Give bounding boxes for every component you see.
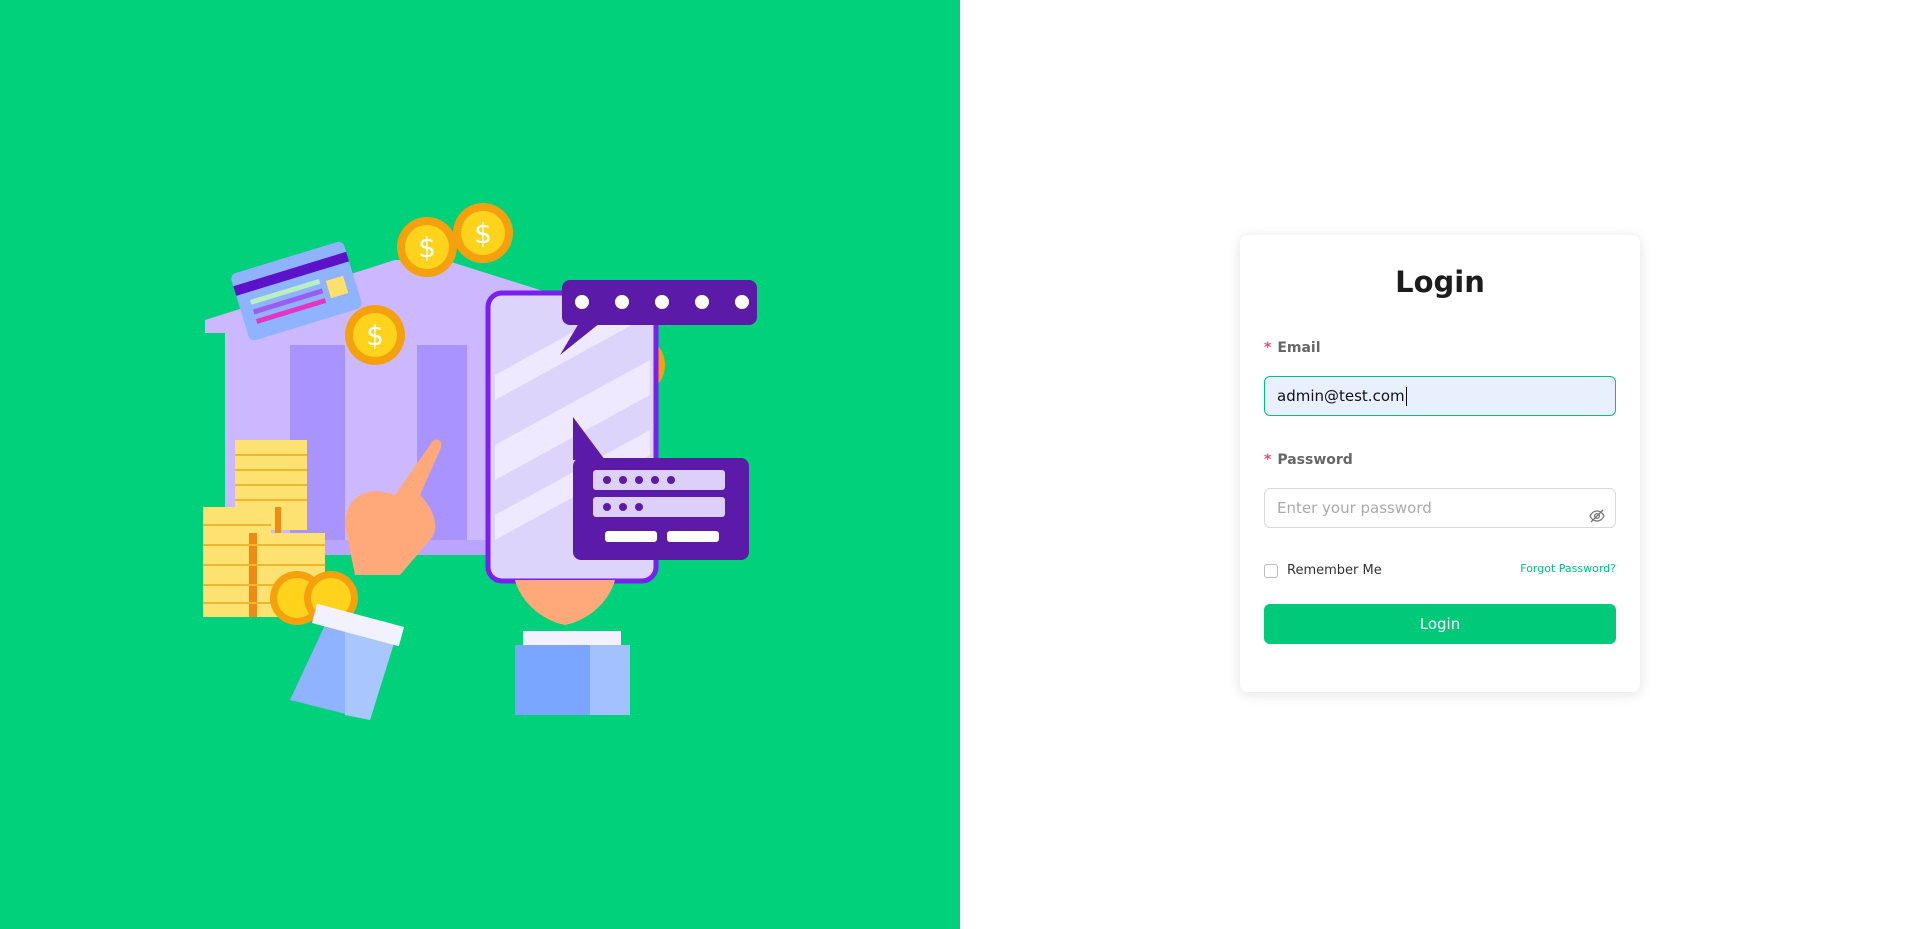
forgot-password-link[interactable]: Forgot Password? bbox=[1520, 562, 1616, 575]
password-label-text: Password bbox=[1277, 452, 1353, 468]
eye-slash-icon[interactable] bbox=[1589, 500, 1605, 538]
login-panel: Login * Email admin@test.com * Password En… bbox=[960, 0, 1920, 929]
login-title: Login bbox=[1395, 265, 1485, 299]
required-asterisk: * bbox=[1264, 340, 1272, 356]
svg-text:$: $ bbox=[474, 217, 492, 250]
login-button[interactable]: Login bbox=[1264, 604, 1616, 644]
required-asterisk: * bbox=[1264, 452, 1272, 468]
illustration-panel: $ $ $ $ bbox=[0, 0, 960, 929]
email-label-text: Email bbox=[1277, 340, 1321, 356]
password-field[interactable]: Enter your password bbox=[1264, 488, 1616, 528]
svg-text:$: $ bbox=[366, 319, 384, 352]
svg-text:$: $ bbox=[418, 231, 436, 264]
remember-me-checkbox[interactable] bbox=[1264, 563, 1278, 578]
email-field[interactable]: admin@test.com bbox=[1264, 376, 1616, 416]
text-caret bbox=[1405, 387, 1407, 406]
remember-me[interactable]: Remember Me bbox=[1264, 563, 1382, 578]
password-placeholder: Enter your password bbox=[1277, 499, 1432, 517]
email-value: admin@test.com bbox=[1277, 387, 1405, 405]
remember-me-label: Remember Me bbox=[1287, 563, 1382, 578]
password-label: * Password bbox=[1264, 452, 1353, 468]
bank-mobile-payment-illustration: $ $ $ $ bbox=[203, 203, 757, 720]
login-card: Login * Email admin@test.com * Password En… bbox=[1240, 235, 1640, 692]
email-label: * Email bbox=[1264, 340, 1321, 356]
